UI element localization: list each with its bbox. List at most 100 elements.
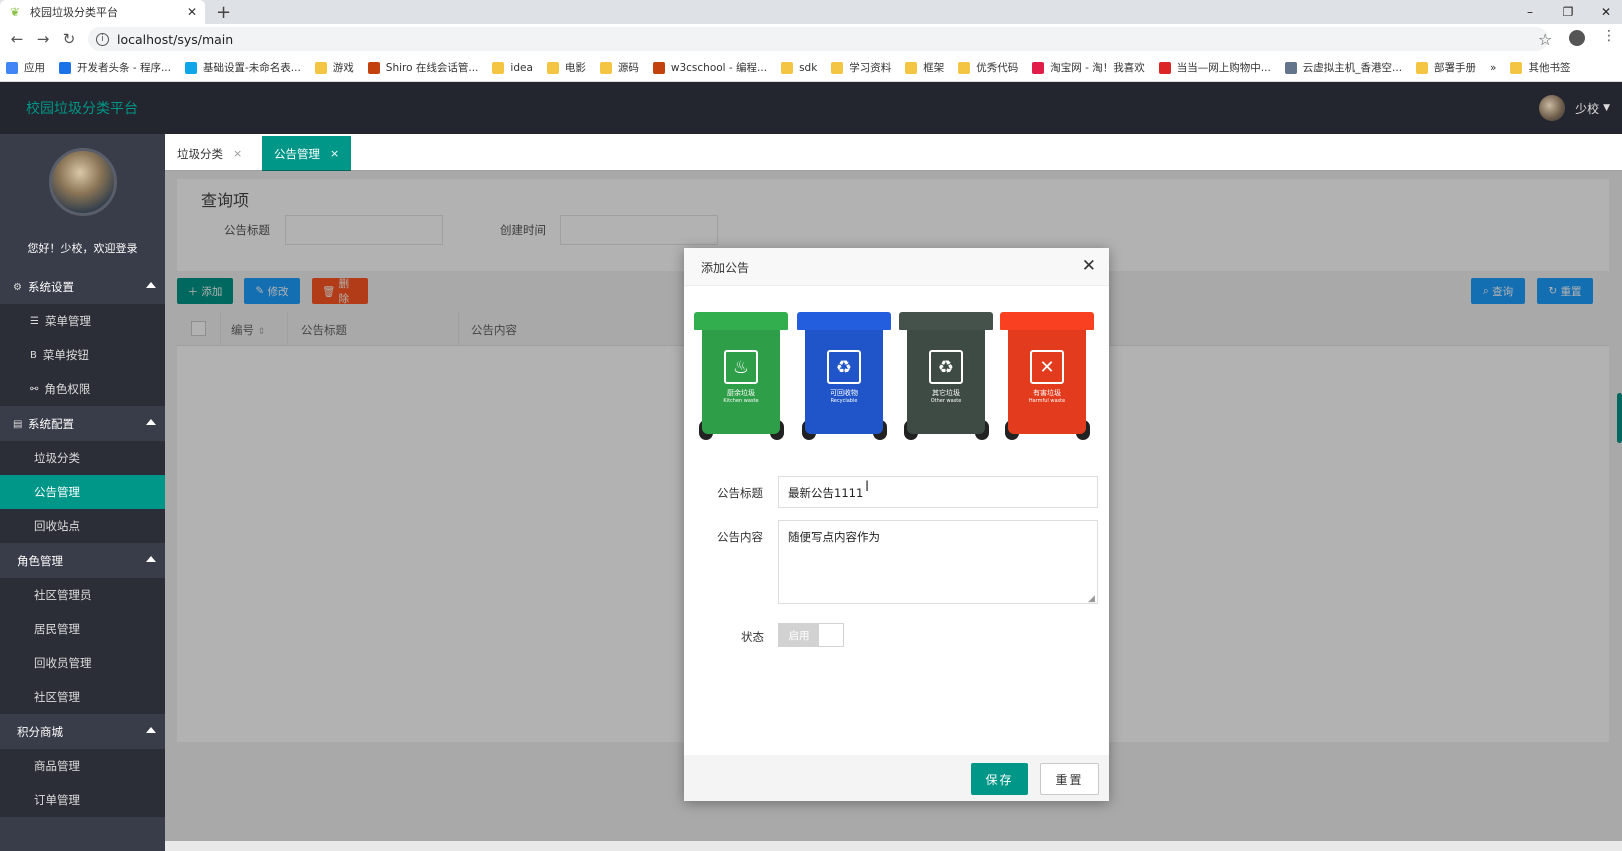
app-header: 校园垃圾分类平台 少校 ▼ [0,82,1622,134]
bookmark-item[interactable]: Shiro 在线会话管... [367,60,479,75]
back-icon[interactable]: ← [4,30,30,48]
user-menu[interactable]: 少校 ▼ [1539,95,1610,121]
close-icon[interactable]: ✕ [187,5,197,19]
close-icon[interactable]: × [330,147,339,160]
bookmark-item[interactable]: 当当—网上购物中... [1158,60,1271,75]
sidebar-item-label: 菜单按钮 [42,348,89,362]
add-announcement-dialog: 添加公告 ✕ ♨ 厨余垃圾 Kitchen waste ♻ 可回收物 Recyclable… [684,248,1109,801]
bookmark-item[interactable]: w3cschool - 编程... [652,60,768,75]
avatar[interactable] [1539,95,1566,121]
bookmark-icon [599,61,612,74]
new-tab-button[interactable]: + [216,2,231,23]
info-icon[interactable]: i [96,32,109,46]
sidebar-item[interactable]: 回收站点 [0,509,165,543]
sidebar-item[interactable]: 公告管理 [0,475,165,509]
garbage-bin: ♻ 其它垃圾 Other waste [899,312,993,442]
save-button[interactable]: 保存 [971,763,1028,795]
sidebar: 您好！少校，欢迎登录 ⚙ 系统设置 ☰ 菜单管理 B 菜单按钮 ⚯ 角色权限 ▤ 系统配置 垃圾分类… [0,134,165,851]
sidebar-item[interactable]: 垃圾分类 [0,441,165,475]
bookmark-icon [492,61,505,74]
caret-up-icon [146,282,156,288]
restore-button[interactable]: ❐ [1549,0,1587,24]
bookmark-item[interactable]: 优秀代码 [958,60,1018,75]
bookmark-item[interactable]: 电影 [546,60,586,75]
sidebar-item[interactable]: 订单管理 [0,783,165,817]
bookmarks-bar: 应用 开发者头条 - 程序... 基础设置-未命名表... 游戏 Shiro 在线会话管… [0,54,1622,82]
bookmark-item[interactable]: idea [492,61,533,74]
sidebar-item[interactable]: 社区管理 [0,680,165,714]
bookmark-label: 应用 [24,62,45,74]
bookmark-star-icon[interactable]: ☆ [1538,30,1552,49]
bookmark-label: sdk [799,61,818,74]
bookmark-item[interactable]: 基础设置-未命名表... [184,60,301,75]
brand-title[interactable]: 校园垃圾分类平台 [26,98,138,118]
caret-down-icon[interactable]: ▼ [1603,103,1610,113]
browser-tabstrip: ❦ 校园垃圾分类平台 ✕ + – ❐ ✕ [0,0,1622,24]
window-close-button[interactable]: ✕ [1587,0,1622,24]
bin-lid [1000,312,1094,330]
sidebar-item[interactable]: 回收员管理 [0,646,165,680]
account-icon[interactable] [1569,30,1585,46]
bin-lid [899,312,993,330]
browser-menu-icon[interactable]: ⋮ [1602,28,1616,44]
forward-icon[interactable]: → [30,30,56,48]
bookmark-item[interactable]: 开发者头条 - 程序... [59,60,171,75]
other-bookmarks[interactable]: 其他书签 [1510,60,1570,75]
close-icon[interactable]: ✕ [1082,256,1096,276]
reset-button[interactable]: 重置 [1040,763,1099,795]
sidebar-group[interactable]: ▤ 系统配置 [0,407,165,441]
sidebar-item-label: 角色权限 [44,382,91,396]
reload-icon[interactable]: ↻ [56,30,82,48]
bookmark-label: w3cschool - 编程... [670,62,768,74]
resize-grip-icon[interactable]: ◢ [1088,594,1095,604]
bin-label-en: Recyclable [830,398,858,404]
sidebar-group[interactable]: 角色管理 [0,544,165,578]
bin-label: 其它垃圾 [932,389,960,397]
sidebar-item[interactable]: 商品管理 [0,749,165,783]
sidebar-group[interactable]: 积分商城 [0,715,165,749]
garbage-bin: ✕ 有害垃圾 Harmful waste [1000,312,1094,442]
bookmark-icon [314,61,327,74]
bookmark-item[interactable]: sdk [781,61,818,74]
leaf-icon: ❦ [9,5,21,19]
tab-announcement-management[interactable]: 公告管理 × [262,136,352,171]
status-switch[interactable]: 启用 [778,623,844,647]
sidebar-item[interactable]: ⚯ 角色权限 [0,372,165,406]
sidebar-item[interactable]: 居民管理 [0,612,165,646]
sidebar-item-label: 社区管理 [34,690,80,704]
tab-label: 公告管理 [274,146,320,161]
sidebar-item[interactable]: ☰ 菜单管理 [0,304,165,338]
sidebar-item[interactable]: B 菜单按钮 [0,338,165,372]
minimize-button[interactable]: – [1511,0,1549,24]
bookmark-item[interactable]: 源码 [599,60,639,75]
bookmark-icon [1032,61,1045,74]
bold-icon: B [30,349,37,361]
garbage-bins-image: ♨ 厨余垃圾 Kitchen waste ♻ 可回收物 Recyclable ♻ 其它垃圾 Ot… [694,312,1098,452]
username[interactable]: 少校 [1575,100,1599,117]
bookmarks-overflow-icon[interactable]: » [1490,62,1496,74]
announcement-content-textarea[interactable]: 随便写点内容作为 [778,520,1098,604]
bookmark-item[interactable]: 学习资料 [831,60,891,75]
bookmark-item[interactable]: 云虚拟主机_香港空... [1284,60,1402,75]
bookmark-item[interactable]: 淘宝网 - 淘！我喜欢 [1032,60,1145,75]
url-text[interactable]: localhost/sys/main [117,32,233,47]
browser-tab[interactable]: ❦ 校园垃圾分类平台 ✕ [0,0,205,24]
sidebar-group[interactable]: ⚙ 系统设置 [0,270,165,304]
bookmark-item[interactable]: 游戏 [314,60,354,75]
tab-garbage-classification[interactable]: 垃圾分类 × [165,136,254,171]
user-role-icon: ⚯ [30,383,39,395]
bookmark-item[interactable]: 框架 [905,60,944,75]
bookmark-icon [59,61,71,74]
bookmark-icon [367,61,380,74]
horizontal-scrollbar[interactable] [165,841,1622,851]
document-icon: ▤ [13,418,23,430]
bookmark-item[interactable]: 应用 [6,60,45,75]
bookmark-label: Shiro 在线会话管... [385,62,479,74]
announcement-title-input[interactable]: 最新公告1111 [778,476,1098,508]
close-icon[interactable]: × [233,147,242,160]
sidebar-item[interactable]: 社区管理员 [0,578,165,612]
url-field[interactable]: i localhost/sys/main [88,27,1548,51]
tab-label: 垃圾分类 [177,146,223,161]
bookmark-item[interactable]: 部署手册 [1416,60,1476,75]
sidebar-item-label: 居民管理 [34,622,80,636]
